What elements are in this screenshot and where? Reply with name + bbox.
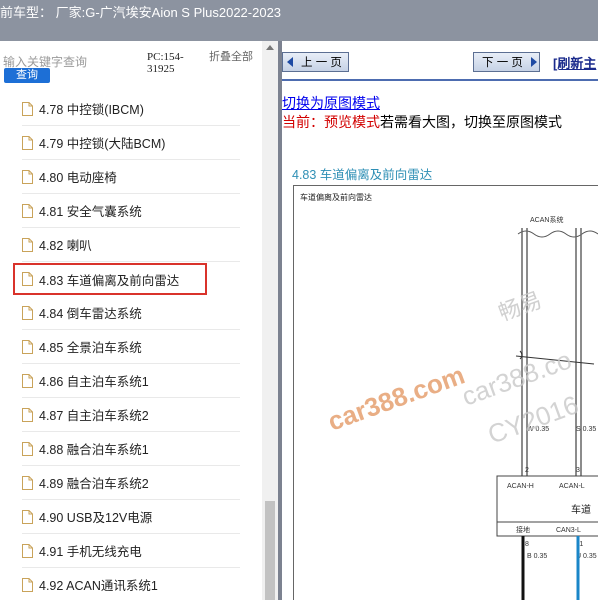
scrollbar-thumb[interactable] [265, 501, 275, 600]
document-icon [22, 237, 33, 252]
diagram-caption: 车道偏离及前向雷达 [300, 192, 372, 202]
wire-right-label: S 0.35 [576, 426, 596, 433]
tree-item-4-89[interactable]: 4.89 融合泊车系统2 [22, 466, 240, 500]
document-icon [22, 135, 33, 150]
document-icon [22, 272, 33, 286]
tree-item-4-78[interactable]: 4.78 中控锁(IBCM) [22, 92, 240, 126]
ground-label: 接地 [516, 525, 530, 534]
tree-item-4-83-selected[interactable]: 4.83 车道偏离及前向雷达 [13, 263, 207, 295]
tree-item-label: 4.91 手机无线充电 [39, 545, 142, 559]
document-icon [22, 407, 33, 422]
next-page-label: 下 一 页 [482, 57, 523, 69]
arrow-right-icon [530, 57, 537, 67]
document-icon [22, 305, 33, 320]
tree-item-4-92[interactable]: 4.92 ACAN通讯系统1 [22, 568, 240, 600]
tree-item-4-86[interactable]: 4.86 自主泊车系统1 [22, 364, 240, 398]
tree-item-label: 4.81 安全气囊系统 [39, 205, 142, 219]
current-mode-info: 当前：预览模式若需看大图，切换至原图模式 [282, 112, 562, 132]
tree-item-label: 4.80 电动座椅 [39, 171, 117, 185]
document-icon [22, 543, 33, 558]
tree-item-label: 4.79 中控锁(大陆BCM) [39, 137, 166, 151]
tree-item-label: 4.87 自主泊车系统2 [39, 409, 149, 423]
collapse-all-link[interactable]: 折叠全部 [209, 51, 253, 63]
content-panel: 上 一 页 下 一 页 [刷新主 切换为原图模式 当前：预览模式若需看大图，切换… [282, 41, 598, 600]
document-icon [22, 339, 33, 354]
search-area: 查询 PC:154-31925 折叠全部 [0, 41, 278, 89]
watermark-text: 畅易 [495, 287, 545, 326]
tree-item-4-90[interactable]: 4.90 USB及12V电源 [22, 500, 240, 534]
tree-item-4-87[interactable]: 4.87 自主泊车系统2 [22, 398, 240, 432]
document-icon [22, 475, 33, 490]
module-label: 车道 [571, 503, 591, 516]
document-icon [22, 373, 33, 388]
tree-item-label: 4.83 车道偏离及前向雷达 [39, 273, 180, 288]
refresh-link[interactable]: [刷新主 [553, 53, 596, 72]
nav-bar-underline [282, 79, 598, 81]
wire-bottom-left-label: B 0.35 [527, 553, 547, 560]
document-icon [22, 101, 33, 116]
current-mode-hint: 若需看大图，切换至原图模式 [380, 114, 562, 130]
tree-item-label: 4.86 自主泊车系统1 [39, 375, 149, 389]
tree-item-4-88[interactable]: 4.88 融合泊车系统1 [22, 432, 240, 466]
scroll-up-arrow-icon[interactable] [266, 45, 274, 50]
tree-item-label: 4.84 倒车雷达系统 [39, 307, 142, 321]
tree-item-4-84[interactable]: 4.84 倒车雷达系统 [22, 296, 240, 330]
tree-item-label: 4.78 中控锁(IBCM) [39, 103, 144, 117]
search-button[interactable]: 查询 [4, 68, 50, 83]
document-icon [22, 203, 33, 218]
section-title: 4.83 车道偏离及前向雷达 [292, 168, 433, 182]
document-icon [22, 509, 33, 524]
tree-item-label: 4.85 全景泊车系统 [39, 341, 142, 355]
left-navigation-panel: 查询 PC:154-31925 折叠全部 4.78 中控锁(IBCM) 4.79… [0, 41, 278, 600]
top-header-bar: 前车型： 厂家:G-广汽埃安Aion S Plus2022-2023 [0, 0, 598, 41]
bus-label: ACAN系统 [530, 215, 563, 224]
pin-left: 2 [525, 467, 529, 474]
document-icon [22, 441, 33, 456]
tree-item-4-79[interactable]: 4.79 中控锁(大陆BCM) [22, 126, 240, 160]
chapter-tree: 4.78 中控锁(IBCM) 4.79 中控锁(大陆BCM) 4.80 电动座椅… [0, 92, 262, 600]
tree-item-4-81[interactable]: 4.81 安全气囊系统 [22, 194, 240, 228]
connector-acan-l: ACAN-L [559, 483, 585, 490]
current-mode-label: 当前：预览模式 [282, 114, 380, 130]
previous-page-label: 上 一 页 [301, 57, 342, 69]
tree-item-label: 4.90 USB及12V电源 [39, 511, 153, 525]
watermark-logo: car388.com [324, 360, 469, 437]
pin-right: 3 [576, 467, 580, 474]
document-icon [22, 169, 33, 184]
tree-item-label: 4.89 融合泊车系统2 [39, 477, 149, 491]
tree-item-label: 4.88 融合泊车系统1 [39, 443, 149, 457]
tree-item-4-85[interactable]: 4.85 全景泊车系统 [22, 330, 240, 364]
pin-bottom-left: 8 [525, 541, 529, 548]
switch-to-original-mode-link[interactable]: 切换为原图模式 [282, 93, 380, 113]
bus-break-line [517, 230, 598, 238]
tree-item-label: 4.82 喇叭 [39, 239, 92, 253]
tree-item-4-82[interactable]: 4.82 喇叭 [22, 228, 240, 262]
vehicle-model-title: 前车型： 厂家:G-广汽埃安Aion S Plus2022-2023 [0, 5, 282, 20]
next-page-button[interactable]: 下 一 页 [473, 52, 540, 72]
wiring-diagram[interactable]: 车道偏离及前向雷达 ACAN系统 W 0.35 S 0.35 2 3 ACAN-… [293, 185, 598, 600]
tree-item-label: 4.92 ACAN通讯系统1 [39, 579, 158, 593]
previous-page-button[interactable]: 上 一 页 [282, 52, 349, 72]
can3-label: CAN3-L [556, 527, 581, 534]
tree-item-4-80[interactable]: 4.80 电动座椅 [22, 160, 240, 194]
document-icon [22, 577, 33, 592]
tree-item-4-91[interactable]: 4.91 手机无线充电 [22, 534, 240, 568]
sidebar-scrollbar[interactable] [262, 41, 278, 600]
pc-code-label: PC:154-31925 [147, 51, 184, 75]
page-navigation-bar: 上 一 页 下 一 页 [刷新主 [282, 41, 598, 79]
arrow-left-icon [287, 57, 293, 67]
connector-acan-h: ACAN-H [507, 483, 534, 490]
wiring-diagram-svg: 车道偏离及前向雷达 ACAN系统 W 0.35 S 0.35 2 3 ACAN-… [300, 192, 598, 600]
